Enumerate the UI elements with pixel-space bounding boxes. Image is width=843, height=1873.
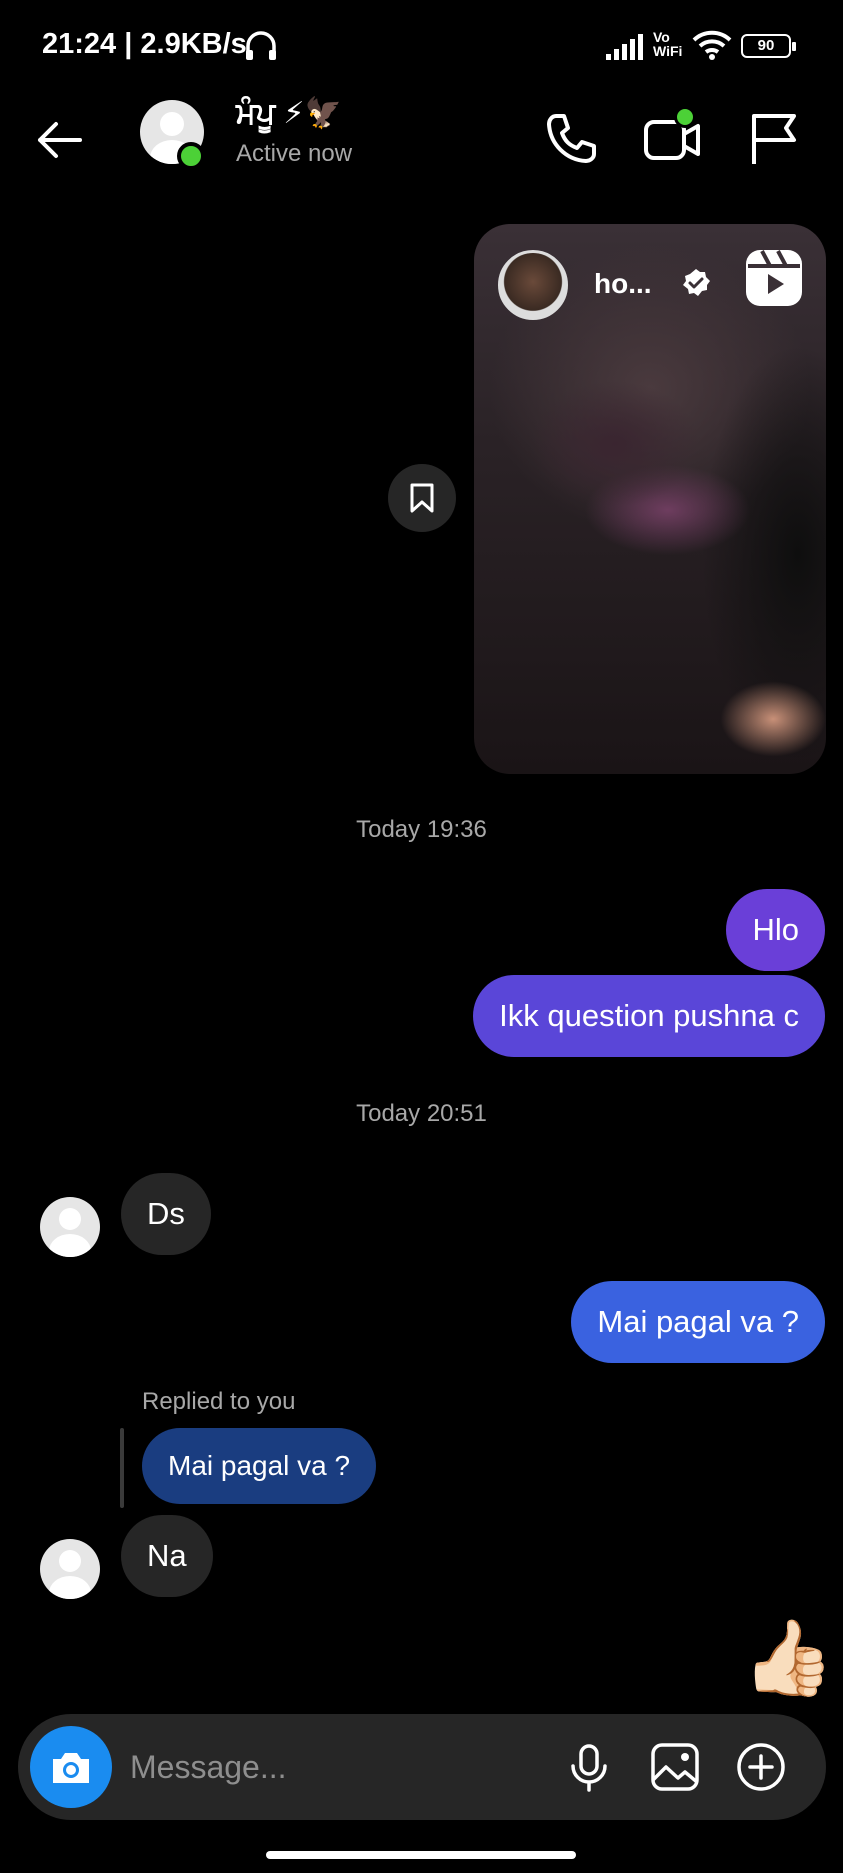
wifi-icon: [692, 30, 732, 60]
replied-to-label: Replied to you: [142, 1388, 296, 1415]
phone-call-icon[interactable]: [538, 106, 602, 170]
incoming-message[interactable]: Ds: [121, 1173, 211, 1255]
home-indicator[interactable]: [266, 1851, 576, 1859]
video-active-dot: [674, 106, 696, 128]
online-status-dot: [177, 142, 205, 170]
message-input[interactable]: [130, 1738, 460, 1796]
contact-active-status: Active now: [236, 140, 353, 167]
status-bar: 21:24 | 2.9KB/s Vo WiFi 90: [0, 0, 843, 92]
add-plus-icon[interactable]: [734, 1740, 788, 1794]
outgoing-message[interactable]: Hlo: [726, 889, 825, 971]
outgoing-message[interactable]: Mai pagal va ?: [571, 1281, 825, 1363]
microphone-icon[interactable]: [562, 1740, 616, 1794]
message-composer: [18, 1714, 826, 1820]
status-time: 21:24 | 2.9KB/s: [42, 28, 247, 60]
reply-indicator-bar: [120, 1428, 124, 1508]
signal-icon: [606, 34, 643, 60]
vowifi-line1: Vo: [653, 29, 670, 45]
back-arrow-icon[interactable]: [32, 112, 88, 168]
verified-badge-icon: [683, 269, 710, 296]
gallery-image-icon[interactable]: [648, 1740, 702, 1794]
chat-timestamp: Today 19:36: [356, 816, 487, 843]
bookmark-icon: [410, 483, 434, 513]
vowifi-line2: WiFi: [653, 43, 683, 59]
vowifi-icon: Vo WiFi: [653, 30, 682, 58]
reels-icon: [746, 250, 802, 306]
battery-indicator: 90: [741, 34, 796, 58]
chat-header: ਮੰਪੂ ⚡🦅 Active now: [0, 92, 843, 216]
sender-avatar[interactable]: [40, 1197, 100, 1257]
chat-timestamp: Today 20:51: [356, 1100, 487, 1127]
incoming-message[interactable]: Na: [121, 1515, 213, 1597]
sender-avatar[interactable]: [40, 1539, 100, 1599]
outgoing-message[interactable]: Ikk question pushna c: [473, 975, 825, 1057]
camera-button[interactable]: [30, 1726, 112, 1808]
camera-icon: [53, 1753, 89, 1783]
reel-author-username[interactable]: ho...: [594, 268, 652, 300]
shared-reel-card[interactable]: ho...: [474, 224, 826, 774]
reel-author-avatar[interactable]: [498, 250, 568, 320]
contact-name[interactable]: ਮੰਪੂ ⚡🦅: [236, 96, 342, 131]
quoted-reply-message[interactable]: Mai pagal va ?: [142, 1428, 377, 1504]
headset-icon: [246, 31, 276, 60]
save-reel-button[interactable]: [388, 464, 456, 532]
report-flag-icon[interactable]: [742, 106, 806, 170]
thumbs-up-reaction[interactable]: 👍🏻: [742, 1618, 834, 1698]
